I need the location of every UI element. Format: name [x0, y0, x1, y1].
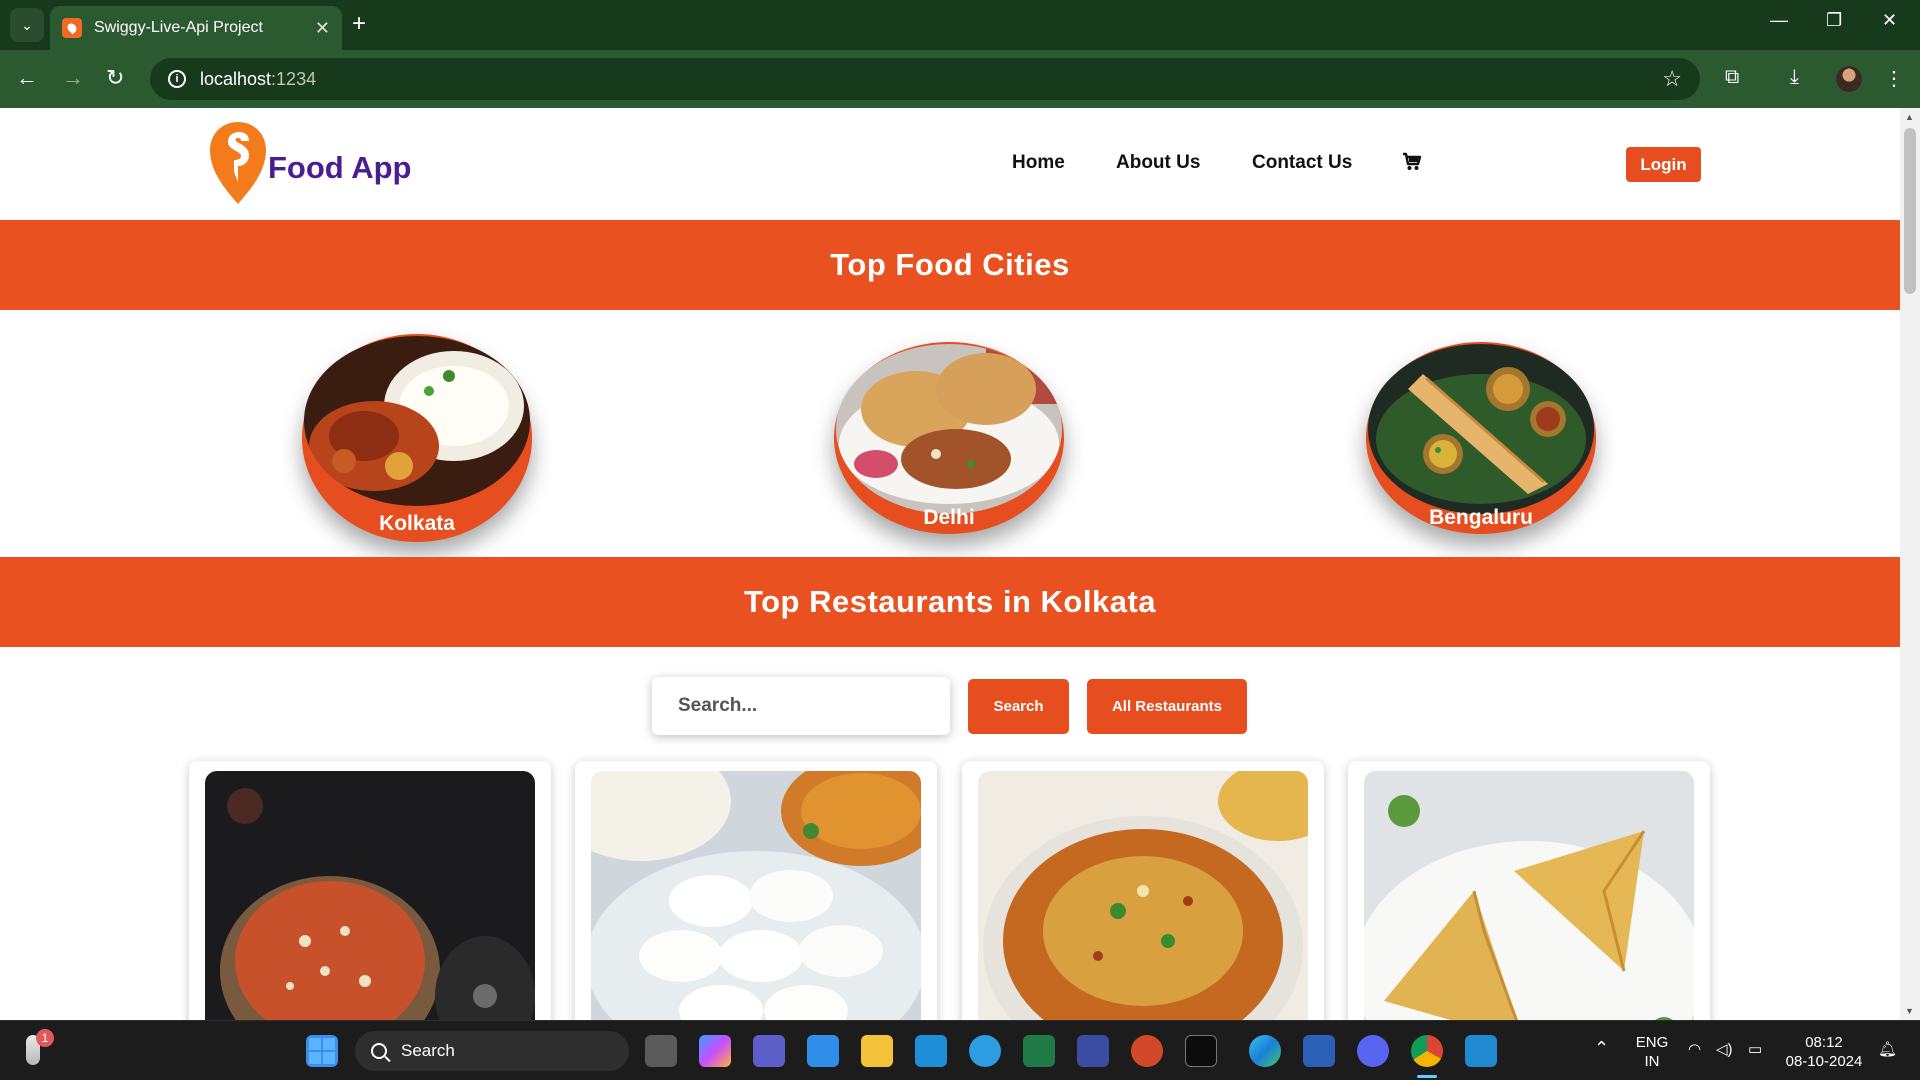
taskbar-search[interactable]: Search — [355, 1031, 629, 1071]
restaurant-image-gajar-halwa — [205, 771, 535, 1020]
minimize-window-button[interactable]: — — [1770, 10, 1788, 31]
notification-badge: 1 — [36, 1029, 54, 1047]
nav-contact-us[interactable]: Contact Us — [1252, 152, 1352, 174]
task-view-icon[interactable] — [645, 1035, 677, 1067]
top-restaurants-title: Top Restaurants in Kolkata — [743, 584, 1157, 619]
show-hidden-icons-chevron-icon[interactable]: ⌃ — [1594, 1039, 1609, 1058]
terminal-icon[interactable] — [1185, 1035, 1217, 1067]
forward-button[interactable]: → — [62, 64, 84, 92]
close-window-button[interactable]: ✕ — [1882, 10, 1897, 31]
restaurant-card[interactable] — [962, 761, 1324, 1020]
chrome-icon[interactable] — [1411, 1035, 1443, 1067]
media-player-icon[interactable] — [1077, 1035, 1109, 1067]
browser-toolbar: ← → ↻ i localhost:1234 ☆ ⧉ ⤓ ⋮ — [0, 50, 1920, 108]
edge-icon[interactable] — [1249, 1035, 1281, 1067]
scroll-down-icon[interactable]: ▼ — [1905, 1006, 1914, 1016]
bengaluru-food-image — [1368, 344, 1594, 514]
extensions-icon[interactable]: ⧉ — [1725, 66, 1739, 89]
restaurant-card[interactable] — [1348, 761, 1710, 1020]
browser-tab-strip: ⌄ Swiggy-Live-Api Project ✕ + — ❐ ✕ — [0, 0, 1920, 50]
address-port: :1234 — [271, 68, 317, 89]
profile-avatar[interactable] — [1836, 66, 1862, 92]
delhi-food-image — [836, 344, 1062, 514]
page-viewport: Food App Home About Us Contact Us Login … — [0, 108, 1900, 1020]
restaurant-image-samosa — [1364, 771, 1694, 1020]
restore-window-button[interactable]: ❐ — [1826, 10, 1842, 31]
top-cities-banner: Top Food Cities — [0, 220, 1900, 310]
site-info-icon[interactable]: i — [168, 70, 186, 88]
address-bar[interactable]: i localhost:1234 ☆ — [150, 58, 1700, 100]
close-tab-icon[interactable]: ✕ — [315, 18, 330, 39]
taskbar-search-label: Search — [401, 1041, 455, 1060]
cart-icon[interactable] — [1402, 152, 1422, 172]
language-indicator[interactable]: ENG IN — [1632, 1033, 1672, 1071]
kolkata-food-image — [304, 336, 530, 506]
city-card-kolkata[interactable]: Kolkata — [302, 334, 532, 542]
help-icon[interactable] — [969, 1035, 1001, 1067]
browser-menu-icon[interactable]: ⋮ — [1884, 66, 1904, 91]
nav-home[interactable]: Home — [1012, 152, 1065, 174]
address-host: localhost — [200, 68, 272, 89]
page-scrollbar[interactable]: ▲ ▼ — [1900, 108, 1920, 1020]
login-button[interactable]: Login — [1626, 147, 1701, 182]
download-icon[interactable]: ⤓ — [1790, 66, 1799, 89]
tab-title: Swiggy-Live-Api Project — [94, 19, 263, 36]
scroll-thumb[interactable] — [1904, 128, 1916, 294]
city-label-delhi: Delhi — [923, 506, 975, 529]
file-explorer-icon[interactable] — [861, 1035, 893, 1067]
top-cities-title: Top Food Cities — [830, 247, 1070, 282]
nav-about-us[interactable]: About Us — [1116, 152, 1200, 174]
discord-icon[interactable] — [1357, 1035, 1389, 1067]
battery-icon[interactable]: ▭ — [1748, 1040, 1762, 1059]
site-header: Food App Home About Us Contact Us Login — [0, 108, 1900, 220]
powerpoint-icon[interactable] — [1131, 1035, 1163, 1067]
tab-favicon-icon — [62, 18, 82, 38]
store-icon[interactable] — [807, 1035, 839, 1067]
teams-icon[interactable] — [753, 1035, 785, 1067]
logo-text[interactable]: Food App — [268, 150, 411, 186]
city-label-bengaluru: Bengaluru — [1429, 506, 1533, 529]
bookmark-star-icon[interactable]: ☆ — [1662, 66, 1682, 92]
copilot-icon[interactable] — [699, 1035, 731, 1067]
city-label-kolkata: Kolkata — [379, 512, 455, 535]
windows-taskbar: 1 Search ⌃ ENG IN ◠ ◁) ▭ 08:12 08-10-202… — [0, 1020, 1920, 1080]
search-icon — [371, 1043, 387, 1059]
restaurant-image-misal — [978, 771, 1308, 1020]
chrome-active-indicator — [1417, 1075, 1437, 1078]
region-label: IN — [1644, 1053, 1660, 1070]
volume-icon[interactable]: ◁) — [1716, 1040, 1733, 1059]
language-label: ENG — [1635, 1034, 1669, 1051]
vscode-icon[interactable] — [1465, 1035, 1497, 1067]
word-icon[interactable] — [1303, 1035, 1335, 1067]
search-input[interactable] — [652, 677, 950, 735]
start-windows-icon[interactable] — [306, 1035, 338, 1067]
excel-icon[interactable] — [1023, 1035, 1055, 1067]
clock[interactable]: 08:12 08-10-2024 — [1784, 1033, 1864, 1071]
clock-time: 08:12 — [1805, 1034, 1843, 1051]
city-card-bengaluru[interactable]: Bengaluru — [1366, 342, 1596, 550]
city-card-delhi[interactable]: Delhi — [834, 342, 1064, 550]
clock-date: 08-10-2024 — [1785, 1053, 1863, 1070]
tab-search-button[interactable]: ⌄ — [10, 8, 44, 42]
swiggy-logo-icon[interactable] — [208, 120, 268, 206]
scroll-up-icon[interactable]: ▲ — [1905, 112, 1914, 122]
restaurant-image-idli — [591, 771, 921, 1020]
top-restaurants-banner: Top Restaurants in Kolkata — [0, 557, 1900, 647]
new-tab-button[interactable]: + — [352, 10, 366, 38]
myhp-icon[interactable] — [915, 1035, 947, 1067]
reload-button[interactable]: ↻ — [106, 64, 124, 92]
wifi-icon[interactable]: ◠ — [1688, 1040, 1701, 1059]
search-button[interactable]: Search — [968, 679, 1069, 734]
restaurant-card[interactable] — [575, 761, 937, 1020]
back-button[interactable]: ← — [16, 64, 38, 92]
all-restaurants-button[interactable]: All Restaurants — [1087, 679, 1247, 734]
restaurant-card[interactable] — [189, 761, 551, 1020]
notification-bell-icon[interactable]: 🔔︎ — [1878, 1040, 1897, 1059]
browser-tab[interactable]: Swiggy-Live-Api Project ✕ — [50, 6, 342, 50]
